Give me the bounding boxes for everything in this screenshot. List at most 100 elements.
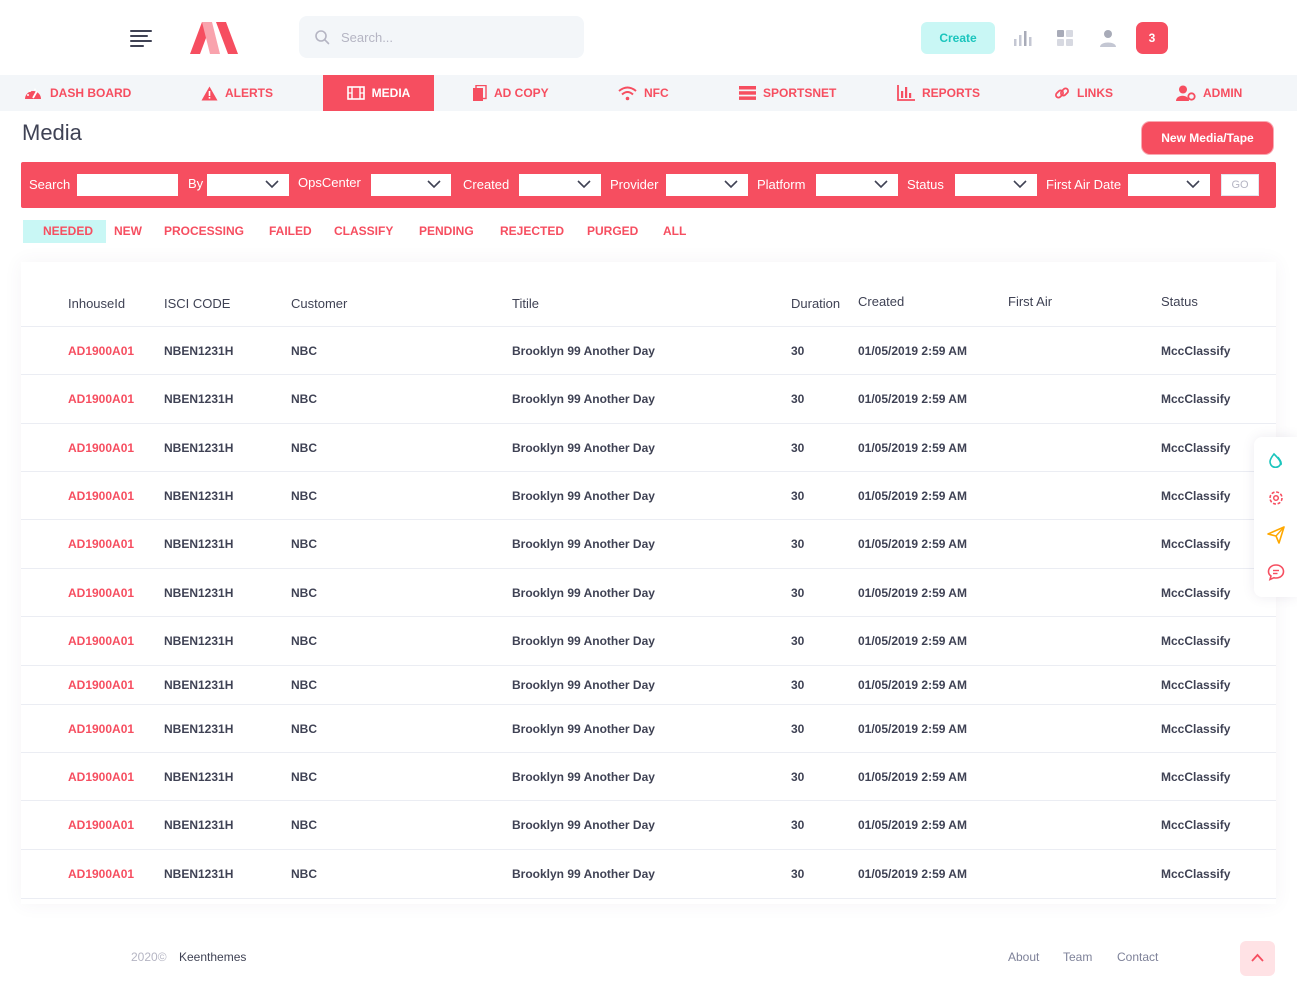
column-header[interactable]: InhouseId — [68, 296, 125, 311]
search-box[interactable] — [299, 16, 584, 58]
filter-search-input[interactable] — [77, 174, 178, 196]
nav-label: DASH BOARD — [50, 86, 132, 100]
cell-title: Brooklyn 99 Another Day — [512, 678, 655, 692]
table-row[interactable]: AD1900A01 NBEN1231H NBC Brooklyn 99 Another… — [21, 327, 1276, 375]
column-header[interactable]: Status — [1161, 294, 1198, 309]
chevron-down-icon — [427, 180, 441, 189]
cell-duration: 30 — [791, 634, 805, 648]
menu-icon[interactable] — [130, 29, 152, 47]
table-row[interactable]: AD1900A01 NBEN1231H NBC Brooklyn 99 Another… — [21, 424, 1276, 472]
cell-isci-code: NBEN1231H — [164, 634, 234, 648]
nav-item-sportsnet[interactable]: SPORTSNET — [739, 75, 836, 111]
first-air-date-select[interactable] — [1128, 174, 1210, 196]
cell-inhouse-id[interactable]: AD1900A01 — [68, 867, 134, 881]
send-icon[interactable] — [1267, 526, 1285, 544]
logo[interactable] — [190, 22, 238, 54]
nav-item-alerts[interactable]: ALERTS — [201, 75, 273, 111]
footer-link-team[interactable]: Team — [1063, 950, 1092, 964]
provider-label: Provider — [610, 177, 659, 192]
table-row[interactable]: AD1900A01 NBEN1231H NBC Brooklyn 99 Another… — [21, 472, 1276, 520]
status-tab-needed[interactable]: NEEDED — [23, 220, 107, 243]
cell-inhouse-id[interactable]: AD1900A01 — [68, 586, 134, 600]
column-header[interactable]: Created — [858, 294, 904, 309]
chart-icon[interactable] — [1011, 27, 1033, 49]
table-row[interactable]: AD1900A01 NBEN1231H NBC Brooklyn 99 Another… — [21, 705, 1276, 753]
cell-inhouse-id[interactable]: AD1900A01 — [68, 344, 134, 358]
by-select[interactable] — [207, 174, 289, 196]
nav-item-nfc[interactable]: NFC — [618, 75, 669, 111]
cell-title: Brooklyn 99 Another Day — [512, 343, 655, 358]
media-table: InhouseId ISCI CODE Customer Titile Dura… — [21, 262, 1276, 904]
column-header[interactable]: ISCI CODE — [164, 296, 230, 311]
cell-inhouse-id[interactable]: AD1900A01 — [68, 770, 134, 784]
table-row[interactable]: AD1900A01 NBEN1231H NBC Brooklyn 99 Another… — [21, 753, 1276, 801]
table-row[interactable]: AD1900A01 NBEN1231H NBC Brooklyn 99 Another… — [21, 850, 1276, 899]
nav-item-ad-copy[interactable]: AD COPY — [472, 75, 549, 111]
status-tab-failed[interactable]: FAILED — [269, 220, 312, 243]
cell-title: Brooklyn 99 Another Day — [512, 867, 655, 881]
notification-badge[interactable]: 3 — [1136, 22, 1168, 54]
cell-inhouse-id[interactable]: AD1900A01 — [68, 537, 134, 551]
cell-isci-code: NBEN1231H — [164, 769, 234, 784]
new-media-tape-button[interactable]: New Media/Tape — [1142, 122, 1273, 154]
cell-inhouse-id[interactable]: AD1900A01 — [68, 489, 134, 503]
chevron-down-icon — [265, 180, 279, 189]
settings-icon[interactable] — [1267, 489, 1285, 507]
table-row[interactable]: AD1900A01 NBEN1231H NBC Brooklyn 99 Another… — [21, 569, 1276, 617]
chat-icon[interactable] — [1267, 563, 1285, 581]
cell-inhouse-id[interactable]: AD1900A01 — [68, 392, 134, 406]
table-row[interactable]: AD1900A01 NBEN1231H NBC Brooklyn 99 Another… — [21, 617, 1276, 666]
created-select[interactable] — [519, 174, 601, 196]
nav-item-links[interactable]: LINKS — [1054, 75, 1113, 111]
status-tab-new[interactable]: NEW — [114, 220, 142, 243]
status-tab-pending[interactable]: PENDING — [419, 220, 474, 243]
column-header[interactable]: Customer — [291, 296, 347, 311]
cell-title: Brooklyn 99 Another Day — [512, 721, 655, 736]
cell-inhouse-id[interactable]: AD1900A01 — [68, 722, 134, 736]
nav-item-media[interactable]: MEDIA — [323, 75, 434, 111]
create-button[interactable]: Create — [921, 22, 995, 54]
chevron-down-icon — [724, 180, 738, 189]
provider-select[interactable] — [666, 174, 748, 196]
cell-inhouse-id[interactable]: AD1900A01 — [68, 818, 134, 832]
nav-label: ADMIN — [1203, 86, 1243, 100]
footer-link-about[interactable]: About — [1008, 950, 1039, 964]
status-select[interactable] — [955, 174, 1037, 196]
scroll-top-button[interactable] — [1240, 941, 1275, 976]
nav-label: ALERTS — [225, 86, 273, 100]
status-tab-rejected[interactable]: REJECTED — [500, 220, 564, 243]
theme-icon[interactable] — [1267, 452, 1285, 470]
cell-customer: NBC — [291, 867, 317, 881]
nav-item-reports[interactable]: REPORTS — [897, 75, 980, 111]
status-tab-processing[interactable]: PROCESSING — [164, 220, 244, 243]
table-row[interactable]: AD1900A01 NBEN1231H NBC Brooklyn 99 Another… — [21, 666, 1276, 705]
column-header[interactable]: First Air — [1008, 294, 1052, 309]
column-header[interactable]: Titile — [512, 296, 539, 311]
cell-status: MccClassify — [1161, 440, 1231, 455]
table-row[interactable]: AD1900A01 NBEN1231H NBC Brooklyn 99 Another… — [21, 520, 1276, 569]
footer-link-contact[interactable]: Contact — [1117, 950, 1158, 964]
opscenter-select[interactable] — [371, 174, 451, 196]
table-row[interactable]: AD1900A01 NBEN1231H NBC Brooklyn 99 Another… — [21, 801, 1276, 850]
cell-isci-code: NBEN1231H — [164, 440, 234, 455]
footer-brand-link[interactable]: Keenthemes — [179, 950, 246, 964]
platform-select[interactable] — [816, 174, 898, 196]
table-row[interactable]: AD1900A01 NBEN1231H NBC Brooklyn 99 Another… — [21, 375, 1276, 424]
go-button[interactable]: GO — [1221, 174, 1259, 196]
nav-item-dashboard[interactable]: DASH BOARD — [23, 75, 131, 111]
search-input[interactable] — [341, 27, 571, 47]
nav-item-admin[interactable]: ADMIN — [1176, 75, 1242, 111]
apps-icon[interactable] — [1054, 27, 1076, 49]
cell-inhouse-id[interactable]: AD1900A01 — [68, 634, 134, 648]
cell-inhouse-id[interactable]: AD1900A01 — [68, 441, 134, 455]
cell-duration: 30 — [791, 488, 805, 503]
status-tab-classify[interactable]: CLASSIFY — [334, 220, 393, 243]
status-tab-purged[interactable]: PURGED — [587, 220, 638, 243]
nav-label: MEDIA — [371, 86, 411, 100]
cell-inhouse-id[interactable]: AD1900A01 — [68, 678, 134, 692]
status-tab-all[interactable]: ALL — [663, 220, 686, 243]
cell-status: MccClassify — [1161, 537, 1231, 551]
column-header[interactable]: Duration — [791, 296, 840, 311]
cell-title: Brooklyn 99 Another Day — [512, 440, 655, 455]
user-icon[interactable] — [1097, 27, 1119, 49]
